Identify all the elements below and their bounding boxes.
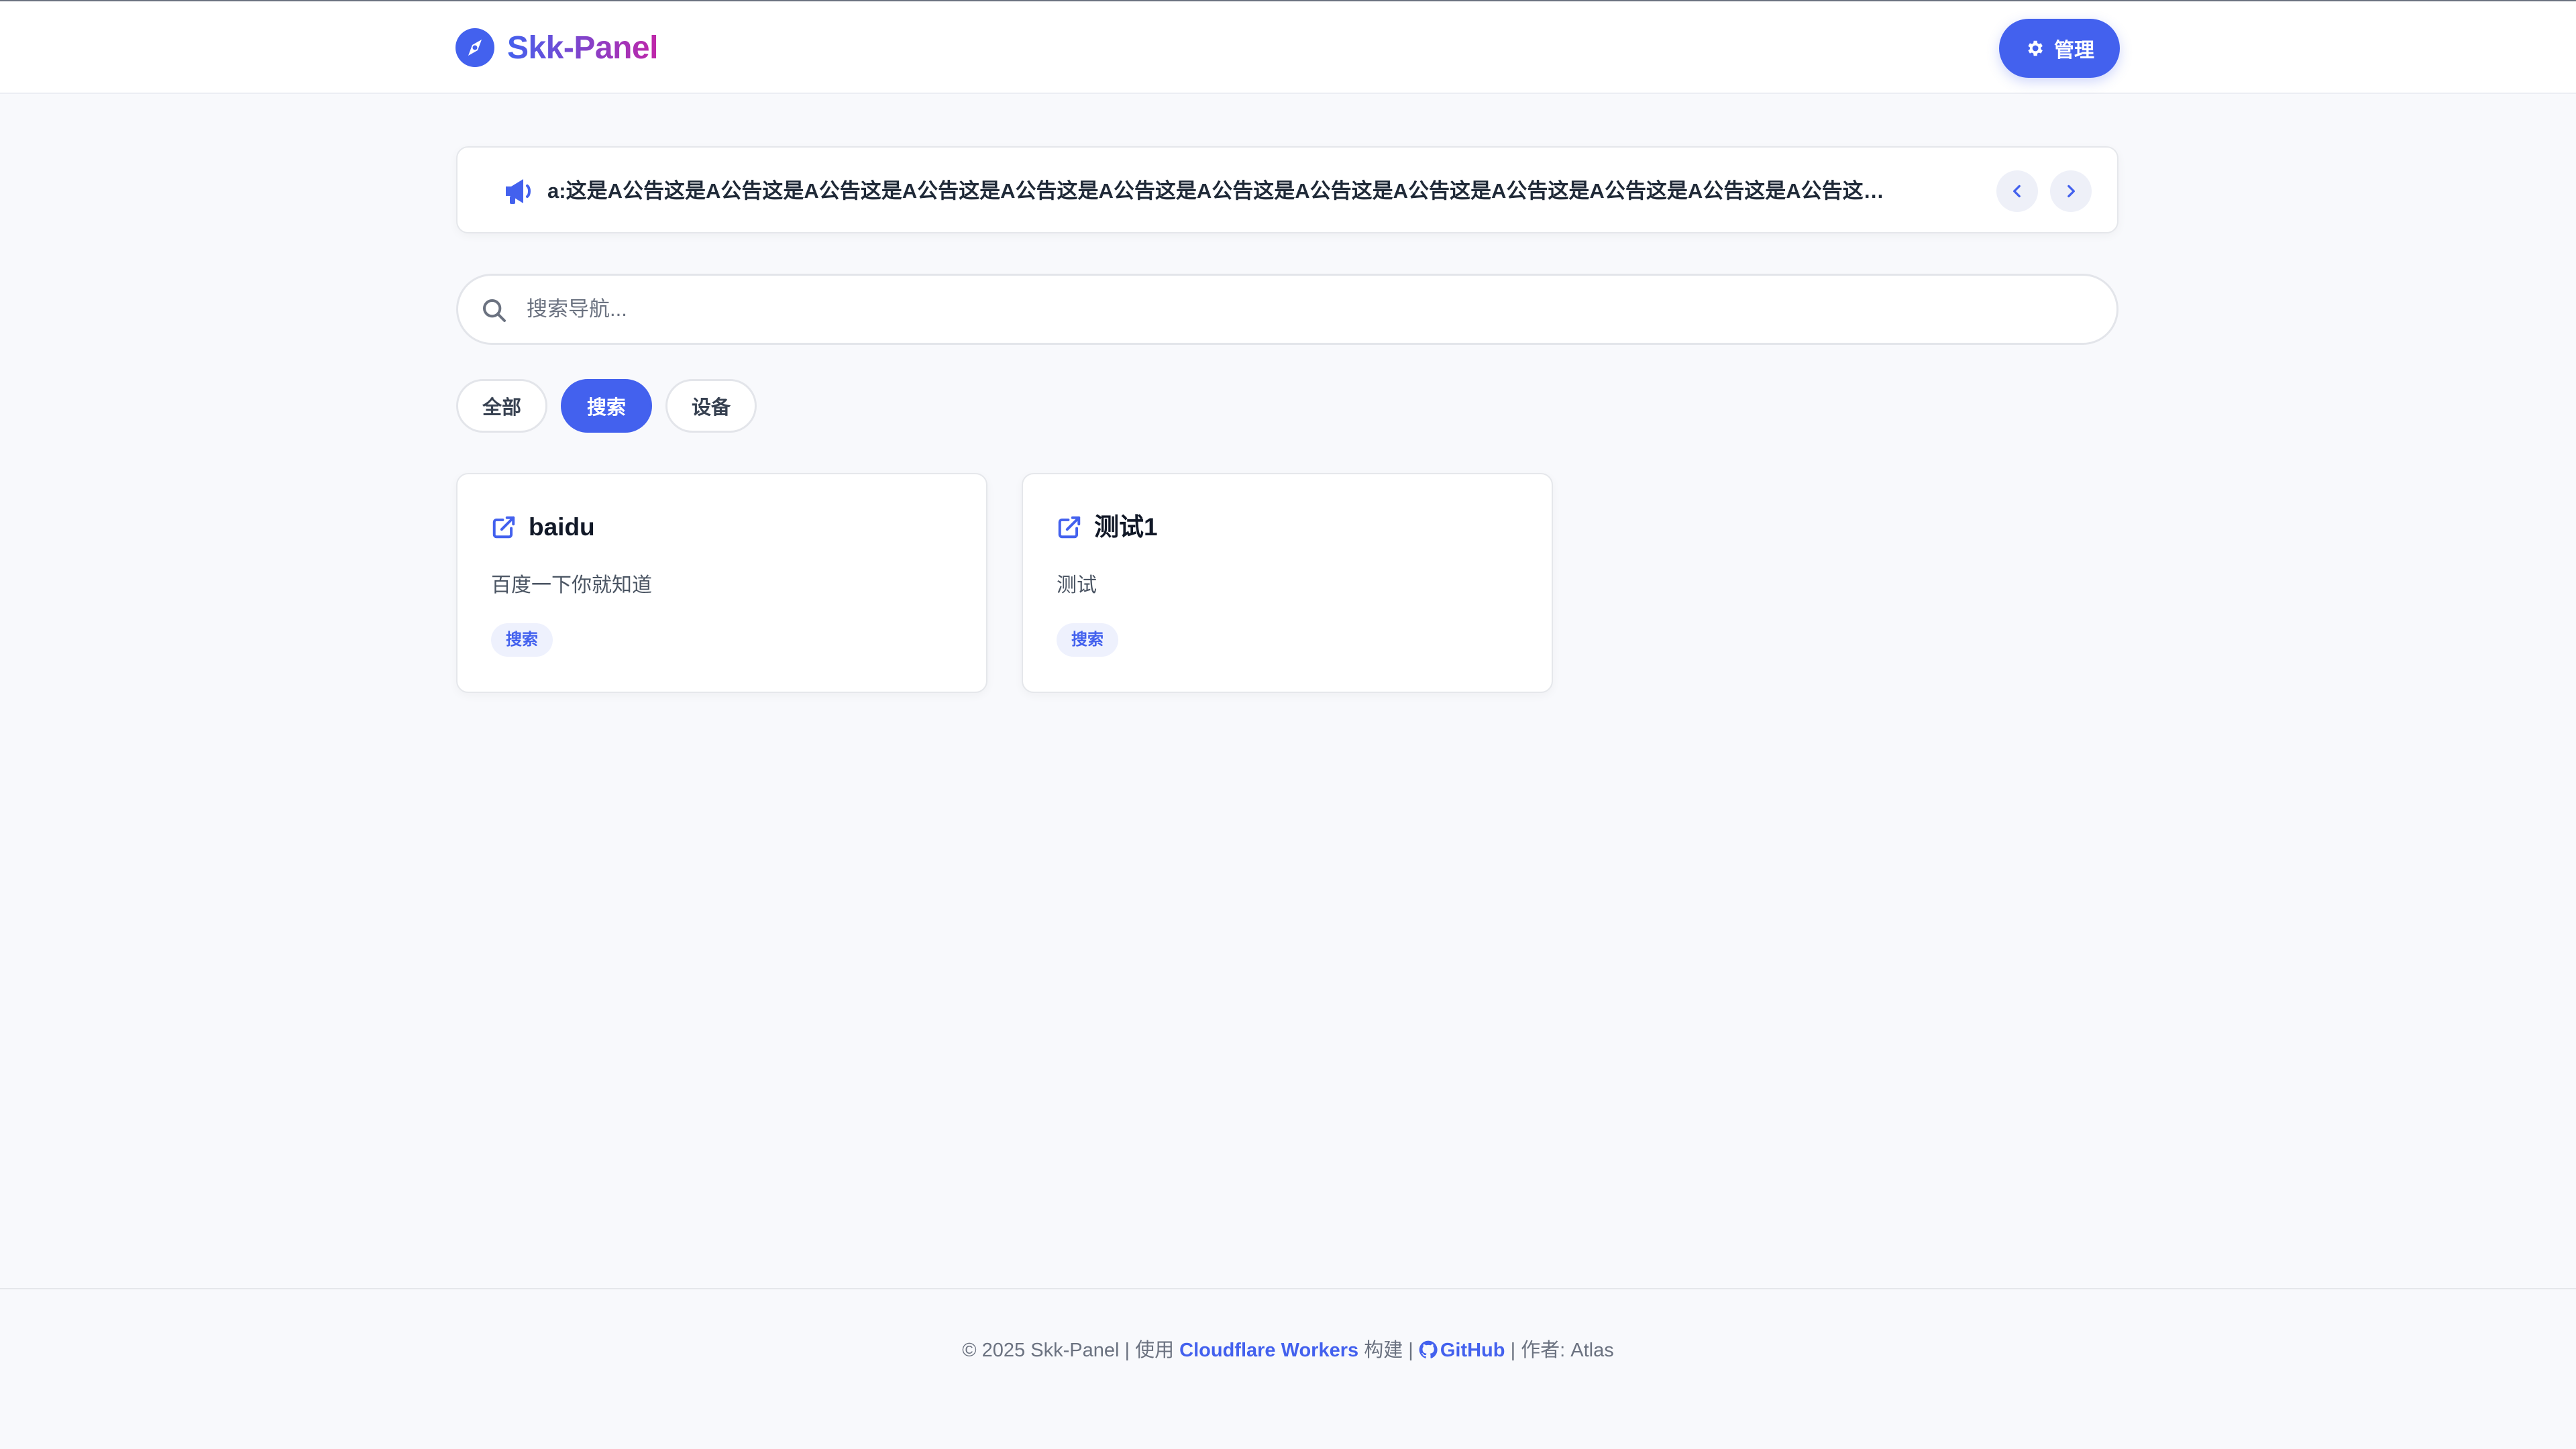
tab-devices[interactable]: 设备 xyxy=(665,379,757,433)
search-box xyxy=(456,274,2118,345)
nav-card-baidu[interactable]: baidu 百度一下你就知道 搜索 xyxy=(456,473,987,693)
announcement-next-button[interactable] xyxy=(2050,170,2092,212)
footer-author: | 作者: Atlas xyxy=(1510,1340,1614,1361)
admin-button[interactable]: 管理 xyxy=(1999,19,2120,78)
external-link-icon xyxy=(1058,516,1081,539)
footer-built-with: 构建 | xyxy=(1364,1340,1413,1361)
category-tabs: 全部 搜索 设备 xyxy=(456,379,757,433)
announcement-prev-button[interactable] xyxy=(1996,170,2038,212)
brand-title: Skk-Panel xyxy=(507,30,658,66)
card-description: 测试 xyxy=(1057,574,1097,596)
cloudflare-workers-link[interactable]: Cloudflare Workers xyxy=(1179,1340,1358,1361)
card-title: 测试1 xyxy=(1094,513,1158,541)
nav-card-test1[interactable]: 测试1 测试 搜索 xyxy=(1022,473,1553,693)
megaphone-icon xyxy=(506,179,531,204)
github-link[interactable]: GitHub xyxy=(1419,1340,1505,1361)
github-link-label: GitHub xyxy=(1440,1340,1505,1361)
compass-icon xyxy=(455,28,494,67)
search-icon xyxy=(483,299,506,322)
gear-icon xyxy=(2028,40,2043,56)
chevron-right-icon xyxy=(2068,184,2075,198)
card-description: 百度一下你就知道 xyxy=(491,574,652,596)
tab-search[interactable]: 搜索 xyxy=(561,379,653,433)
top-header: Skk-Panel 管理 xyxy=(0,1,2576,94)
announcement-text: a:这是A公告这是A公告这是A公告这是A公告这是A公告这是A公告这是A公告这是A… xyxy=(547,179,1896,203)
tab-all[interactable]: 全部 xyxy=(456,379,548,433)
page-footer: © 2025 Skk-Panel | 使用 Cloudflare Workers… xyxy=(0,1288,2576,1449)
github-icon xyxy=(1419,1340,1438,1358)
footer-copyright: © 2025 Skk-Panel | 使用 xyxy=(962,1340,1175,1361)
search-input[interactable] xyxy=(527,289,2090,329)
announcement-bar: a:这是A公告这是A公告这是A公告这是A公告这是A公告这是A公告这是A公告这是A… xyxy=(456,146,2118,233)
chevron-left-icon xyxy=(2013,184,2021,198)
card-title: baidu xyxy=(529,513,595,541)
admin-button-label: 管理 xyxy=(2054,40,2094,62)
card-tag: 搜索 xyxy=(491,623,553,657)
external-link-icon xyxy=(492,516,515,539)
card-tag: 搜索 xyxy=(1057,623,1118,657)
footer-text: © 2025 Skk-Panel | 使用 Cloudflare Workers… xyxy=(0,1334,2576,1367)
brand[interactable]: Skk-Panel xyxy=(455,27,658,68)
